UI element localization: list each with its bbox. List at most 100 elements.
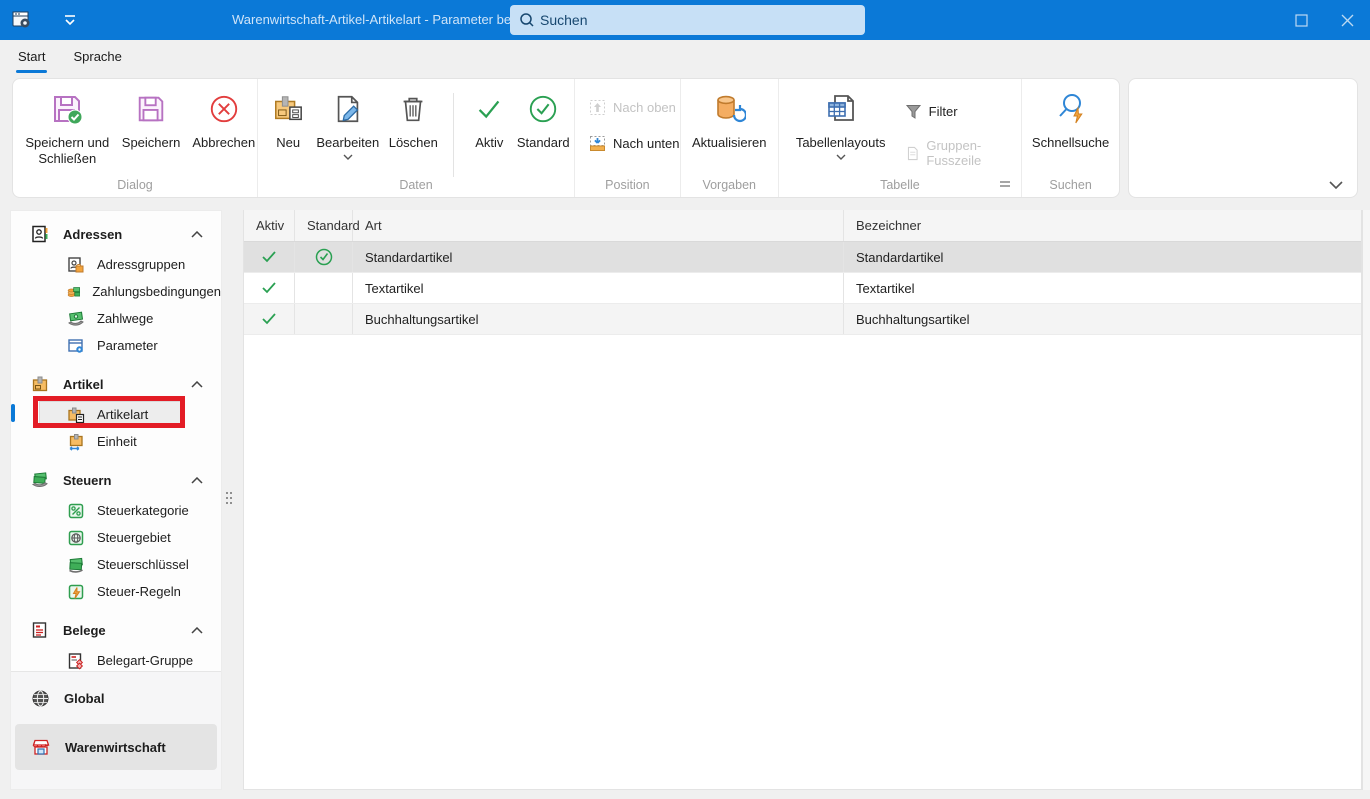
sidebar-item-parameter[interactable]: Parameter — [11, 332, 221, 359]
sidebar-section-adressen[interactable]: Adressen — [11, 217, 221, 251]
save-and-close-label: Speichern und Schließen — [23, 135, 112, 166]
sidebar-splitter[interactable] — [226, 492, 238, 510]
sidebar-item-warenwirtschaft[interactable]: Warenwirtschaft — [15, 724, 217, 770]
table-layouts-label: Tabellenlayouts — [796, 135, 886, 151]
chevron-up-icon[interactable] — [191, 381, 203, 388]
column-header-aktiv[interactable]: Aktiv — [244, 210, 295, 241]
article-box-icon — [31, 375, 49, 393]
group-footer-button: Gruppen-Fusszeile — [905, 138, 1022, 168]
filter-label: Filter — [929, 104, 958, 119]
standard-button[interactable]: Standard — [512, 91, 574, 151]
table-row[interactable]: Standardartikel Standardartikel — [244, 242, 1361, 273]
titlebar-search[interactable] — [510, 5, 865, 35]
standard-check-icon — [527, 93, 559, 125]
chevron-up-icon[interactable] — [191, 627, 203, 634]
maximize-button[interactable] — [1278, 0, 1324, 40]
move-down-button[interactable]: Nach unten — [589, 135, 680, 152]
save-label: Speichern — [122, 135, 181, 151]
documents-icon — [31, 621, 49, 639]
sidebar-item-global[interactable]: Global — [15, 678, 217, 718]
chevron-up-icon[interactable] — [191, 231, 203, 238]
check-icon — [261, 281, 277, 295]
chevron-up-icon[interactable] — [191, 477, 203, 484]
table-header: Aktiv Standard Art Bezeichner — [244, 210, 1361, 242]
edit-label: Bearbeiten — [316, 135, 379, 151]
group-label-tabelle: Tabelle — [779, 178, 1022, 192]
filter-icon — [905, 103, 922, 120]
parameter-icon — [67, 337, 85, 355]
save-and-close-button[interactable]: Speichern und Schließen — [23, 91, 112, 166]
quick-access-toolbar-icon[interactable] — [62, 12, 78, 28]
sidebar-item-steuer-regeln[interactable]: Steuer-Regeln — [11, 578, 221, 605]
cell-bezeichner: Standardartikel — [844, 242, 1361, 272]
delete-icon — [397, 93, 429, 125]
article-type-icon — [67, 406, 85, 424]
taxes-icon — [31, 471, 49, 489]
quick-search-button[interactable]: Schnellsuche — [1026, 91, 1116, 151]
tax-rules-icon — [67, 583, 85, 601]
sidebar: Adressen Adressgruppen Zahl — [10, 210, 222, 790]
filter-button[interactable]: Filter — [905, 103, 958, 120]
ribbon-group-tabelle: Tabellenlayouts Filter Gruppen-Fusszeile — [779, 79, 1023, 197]
table-scrollbar[interactable] — [1362, 210, 1370, 790]
column-header-art[interactable]: Art — [353, 210, 844, 241]
sidebar-item-steuergebiet[interactable]: Steuergebiet — [11, 524, 221, 551]
active-check-icon — [473, 93, 505, 125]
sidebar-section-steuern[interactable]: Steuern — [11, 463, 221, 497]
search-icon — [518, 11, 536, 29]
sidebar-item-steuerschluessel[interactable]: Steuerschlüssel — [11, 551, 221, 578]
group-footer-label: Gruppen-Fusszeile — [926, 138, 1021, 168]
sidebar-item-einheit[interactable]: Einheit — [11, 428, 221, 455]
column-header-bezeichner[interactable]: Bezeichner — [844, 210, 1361, 241]
column-header-standard[interactable]: Standard — [295, 210, 353, 241]
save-button[interactable]: Speichern — [122, 91, 181, 151]
address-groups-icon — [67, 256, 85, 274]
store-icon — [31, 737, 51, 757]
item-label: Parameter — [97, 338, 158, 353]
group-label-daten: Daten — [258, 178, 574, 192]
cell-bezeichner: Buchhaltungsartikel — [844, 304, 1361, 334]
group-label-vorgaben: Vorgaben — [681, 178, 778, 192]
sidebar-section-artikel[interactable]: Artikel — [11, 367, 221, 401]
group-label-dialog: Dialog — [13, 178, 257, 192]
cancel-button[interactable]: Abbrechen — [191, 91, 257, 151]
move-down-icon — [589, 135, 606, 152]
table-layouts-button[interactable]: Tabellenlayouts — [789, 91, 893, 160]
collapse-ribbon-icon[interactable] — [1329, 181, 1343, 189]
table-row[interactable]: Textartikel Textartikel — [244, 273, 1361, 304]
sidebar-item-zahlwege[interactable]: Zahlwege — [11, 305, 221, 332]
maximize-icon — [1295, 14, 1308, 27]
new-button[interactable]: Neu — [266, 91, 310, 151]
item-label: Steuerschlüssel — [97, 557, 189, 572]
sidebar-item-artikelart[interactable]: Artikelart — [11, 401, 221, 428]
sidebar-item-steuerkategorie[interactable]: Steuerkategorie — [11, 497, 221, 524]
group-divider — [453, 93, 454, 177]
tab-start[interactable]: Start — [16, 40, 47, 76]
active-button[interactable]: Aktiv — [466, 91, 512, 151]
close-button[interactable] — [1324, 0, 1370, 40]
data-table: Aktiv Standard Art Bezeichner Standardar… — [243, 210, 1362, 790]
ribbon-group-suchen: Schnellsuche Suchen — [1022, 79, 1119, 197]
move-down-label: Nach unten — [613, 136, 680, 151]
save-icon — [135, 93, 167, 125]
group-label-position: Position — [575, 178, 680, 192]
sidebar-section-belege[interactable]: Belege — [11, 613, 221, 647]
table-row[interactable]: Buchhaltungsartikel Buchhaltungsartikel — [244, 304, 1361, 335]
section-label: Artikel — [63, 377, 103, 392]
tab-sprache[interactable]: Sprache — [71, 40, 123, 76]
search-input[interactable] — [540, 12, 840, 28]
section-label: Belege — [63, 623, 106, 638]
sidebar-item-zahlungsbedingungen[interactable]: Zahlungsbedingungen — [11, 278, 221, 305]
edit-button[interactable]: Bearbeiten — [310, 91, 385, 160]
sidebar-item-adressgruppen[interactable]: Adressgruppen — [11, 251, 221, 278]
delete-button[interactable]: Löschen — [385, 91, 441, 151]
ribbon-empty-panel — [1128, 78, 1358, 198]
titlebar: Warenwirtschaft-Artikel-Artikelart - Par… — [0, 0, 1370, 40]
contact-card-icon — [31, 225, 49, 243]
sidebar-item-belegart-gruppe[interactable]: Belegart-Gruppe — [11, 647, 221, 671]
refresh-button[interactable]: Aktualisieren — [683, 91, 775, 151]
new-icon — [272, 93, 304, 125]
move-up-button: Nach oben — [589, 99, 676, 116]
cell-art: Standardartikel — [353, 242, 844, 272]
unit-icon — [67, 433, 85, 451]
